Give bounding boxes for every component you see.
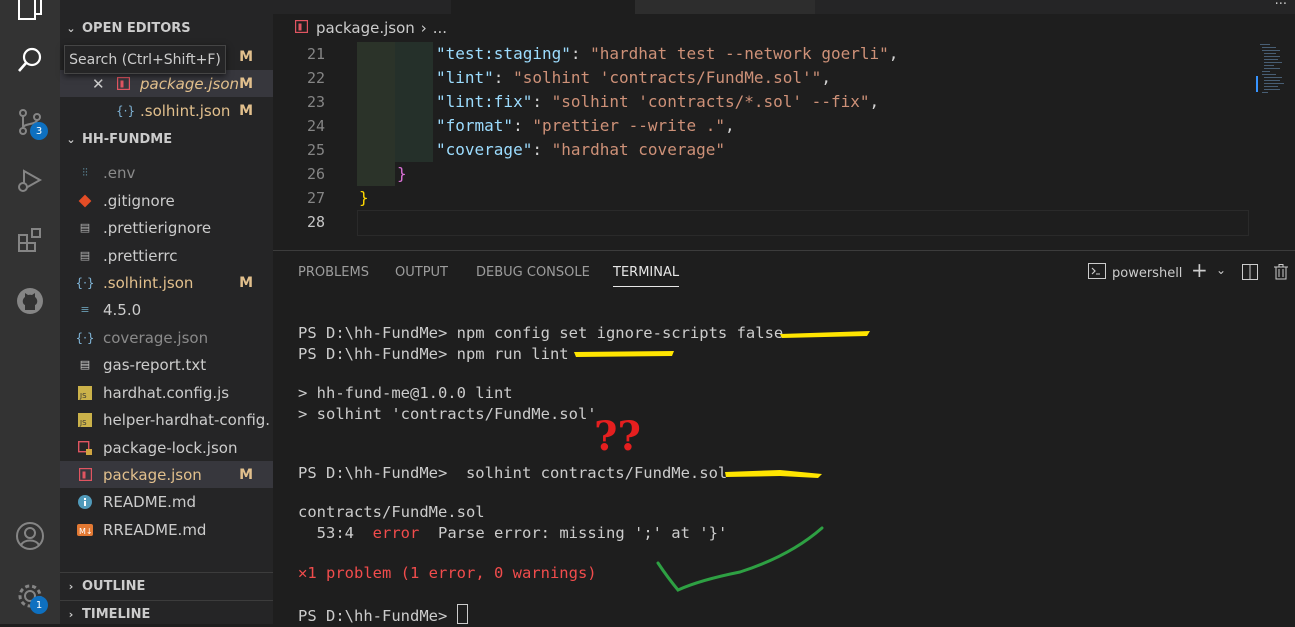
highlight-mark xyxy=(725,470,822,478)
question-marks: ?? xyxy=(594,413,641,460)
checkmark xyxy=(656,526,824,592)
highlight-mark xyxy=(780,331,870,338)
annotation-layer: ?? xyxy=(574,331,870,592)
highlight-mark xyxy=(574,351,674,357)
